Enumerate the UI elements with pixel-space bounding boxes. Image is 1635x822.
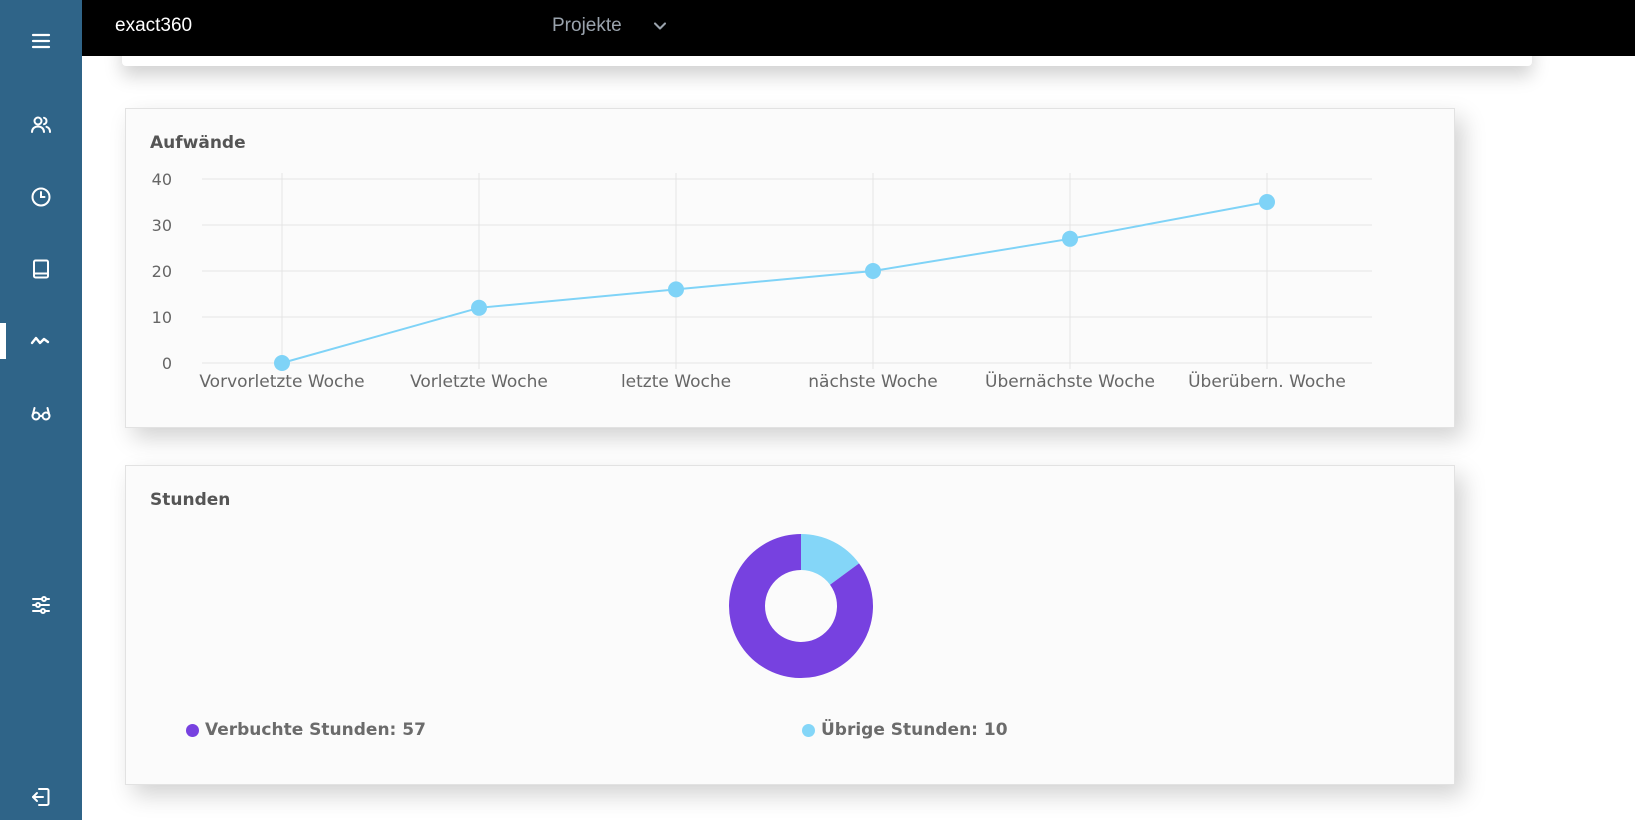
legend-remaining-label: Übrige Stunden: 10	[821, 720, 1008, 740]
data-point	[1259, 194, 1275, 210]
y-tick-label: 10	[152, 308, 172, 327]
main-content: Aufwände 0 10 20 30 40 Vorvorletzte Woche Vorl…	[82, 56, 1635, 820]
legend-booked-hours[interactable]: Verbuchte Stunden: 57	[186, 720, 426, 740]
glasses-icon	[31, 407, 51, 421]
sidebar-item-review[interactable]	[0, 388, 82, 438]
x-tick-label: Vorvorletzte Woche	[199, 372, 364, 392]
data-point	[471, 299, 487, 316]
project-dropdown[interactable]: Projekte	[552, 15, 670, 37]
sidebar-item-book[interactable]	[0, 244, 82, 294]
y-tick-label: 30	[152, 216, 172, 235]
sidebar-item-settings[interactable]	[0, 580, 82, 630]
y-tick-label: 40	[152, 170, 172, 189]
chevron-down-icon	[653, 22, 666, 30]
data-point	[865, 263, 881, 279]
logout-button[interactable]	[0, 772, 82, 822]
users-icon	[31, 116, 51, 133]
sidebar	[0, 0, 82, 820]
data-point	[274, 355, 290, 371]
series-line	[281, 201, 1268, 364]
x-tick-label: Übernächste Woche	[985, 370, 1155, 392]
stunden-card: Stunden Verbuchte Stunden: 57 Übrige Stu…	[125, 465, 1455, 785]
menu-icon	[31, 33, 51, 49]
project-dropdown-label: Projekte	[552, 15, 622, 36]
book-icon	[33, 259, 49, 279]
sidebar-item-activity[interactable]	[0, 316, 82, 366]
menu-button[interactable]	[0, 16, 82, 66]
x-tick-label: nächste Woche	[808, 372, 938, 392]
data-point	[1062, 230, 1078, 247]
activity-icon	[30, 336, 50, 345]
sidebar-item-time[interactable]	[0, 172, 82, 222]
legend-remaining-hours[interactable]: Übrige Stunden: 10	[802, 720, 1008, 740]
legend-booked-dot	[186, 723, 199, 737]
x-tick-label: Überübern. Woche	[1188, 370, 1346, 392]
top-bar: exact360 Projekte	[82, 0, 1635, 56]
y-tick-label: 0	[162, 354, 172, 373]
aufwaende-card: Aufwände 0 10 20 30 40 Vorvorletzte Woche Vorl…	[125, 108, 1455, 428]
legend-booked-label: Verbuchte Stunden: 57	[205, 720, 426, 740]
brand-name: exact360	[115, 15, 193, 36]
y-tick-label: 20	[152, 262, 172, 281]
logout-icon	[32, 788, 50, 806]
sidebar-item-users[interactable]	[0, 100, 82, 150]
legend-remaining-dot	[802, 723, 815, 737]
x-tick-label: letzte Woche	[621, 372, 731, 392]
clock-icon	[31, 187, 51, 207]
sliders-icon	[32, 596, 50, 614]
x-tick-label: Vorletzte Woche	[410, 372, 548, 392]
data-point	[668, 281, 684, 298]
previous-card-edge	[122, 56, 1532, 66]
aufwaende-line-chart: 0 10 20 30 40 Vorvorletzte Woche Vorletzte Woc…	[152, 170, 1372, 392]
